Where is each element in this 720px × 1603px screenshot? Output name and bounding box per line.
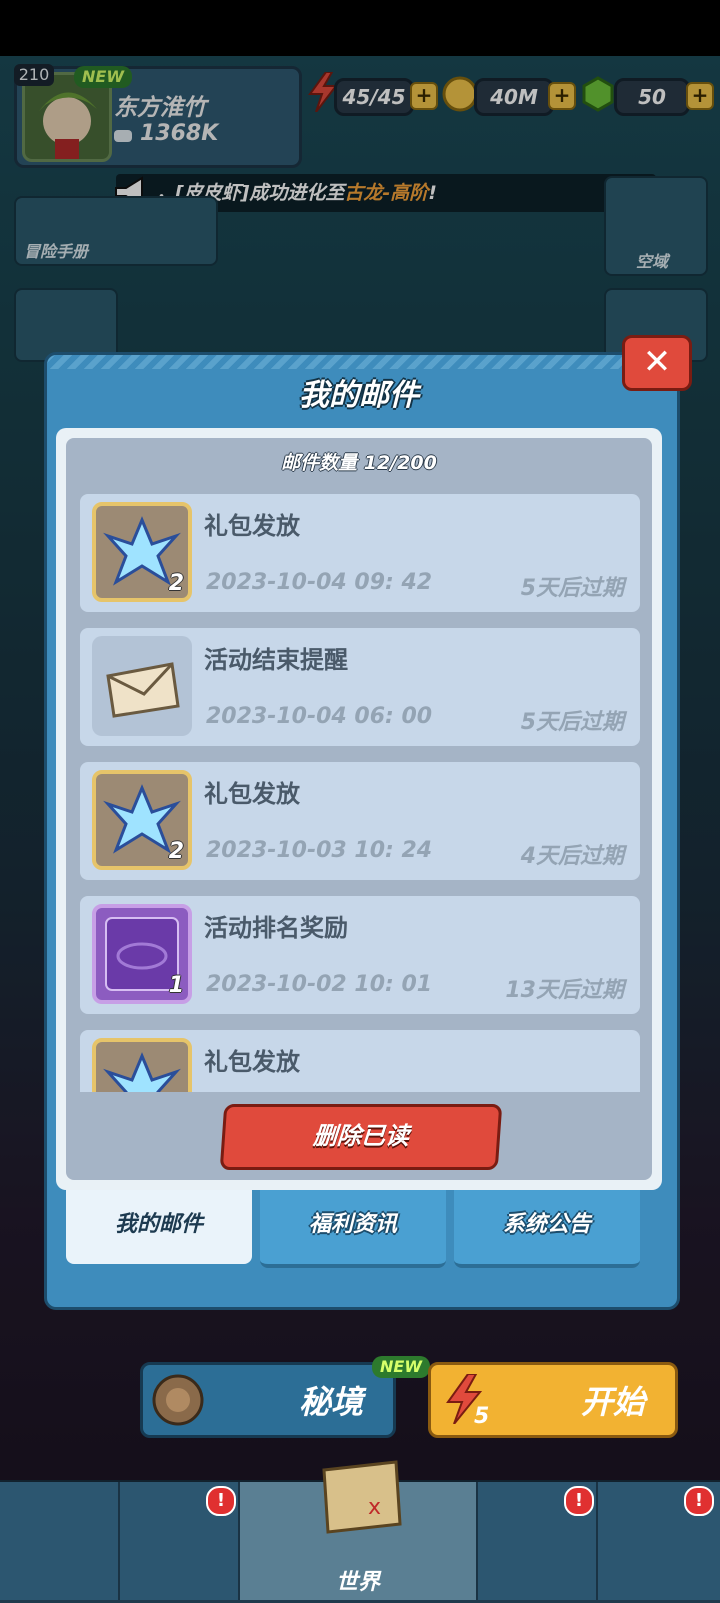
envelope-icon: [92, 636, 192, 736]
nav-realm-alert-badge: !: [206, 1486, 236, 1516]
mail-title: 活动结束提醒: [204, 646, 348, 674]
mail-item-qty: 2: [168, 839, 184, 864]
start-cost: 5: [474, 1404, 490, 1429]
mail-item-qty: 2: [168, 571, 184, 596]
start-label: 开始: [580, 1383, 645, 1421]
map-icon: x: [316, 1458, 404, 1538]
mail-title: 活动排名奖励: [204, 914, 348, 942]
modal-header-pattern: [47, 355, 674, 369]
mail-count: 邮件数量 12/200: [281, 452, 437, 474]
mail-title: 礼包发放: [204, 512, 300, 540]
gift-crystal-icon: [92, 1038, 192, 1092]
mail-item[interactable]: 2 礼包发放 2023-10-04 09: 42 5天后过期: [80, 494, 640, 612]
mail-date: 2023-10-04 09: 42: [206, 570, 433, 595]
modal-title: 我的邮件: [299, 378, 419, 413]
tab-my-mail[interactable]: 我的邮件: [66, 1190, 252, 1264]
mail-item[interactable]: 活动结束提醒 2023-10-04 06: 00 5天后过期: [80, 628, 640, 746]
mail-date: 2023-10-03 10: 24: [206, 838, 433, 863]
nav-world-label: 世界: [336, 1570, 381, 1595]
target-icon: [150, 1372, 206, 1428]
gift-crystal-icon: 2: [92, 770, 192, 870]
mail-expiry: 13天后过期: [505, 978, 624, 1003]
svg-text:x: x: [368, 1495, 381, 1520]
nav-hero[interactable]: [0, 1482, 120, 1600]
secret-realm-label: 秘境: [298, 1383, 363, 1421]
close-icon: ✕: [642, 342, 672, 382]
nav-pet-alert-badge: !: [564, 1486, 594, 1516]
mail-expiry: 5天后过期: [520, 710, 624, 735]
mail-item[interactable]: 礼包发放: [80, 1030, 640, 1092]
mail-title: 礼包发放: [204, 1048, 300, 1076]
nav-base-alert-badge: !: [684, 1486, 714, 1516]
tab-welfare-news[interactable]: 福利资讯: [260, 1190, 446, 1268]
mail-list[interactable]: 2 礼包发放 2023-10-04 09: 42 5天后过期 活动结束提醒 20…: [80, 494, 640, 1092]
secret-realm-new-badge: NEW: [372, 1356, 430, 1378]
gift-crystal-icon: 2: [92, 502, 192, 602]
mail-date: 2023-10-04 06: 00: [206, 704, 433, 729]
mail-date: 2023-10-02 10: 01: [206, 972, 433, 997]
mail-item-qty: 1: [168, 973, 184, 998]
mail-item[interactable]: 1 活动排名奖励 2023-10-02 10: 01 13天后过期: [80, 896, 640, 1014]
purple-card-icon: 1: [92, 904, 192, 1004]
tab-system-notice[interactable]: 系统公告: [454, 1190, 640, 1268]
mail-item[interactable]: 2 礼包发放 2023-10-03 10: 24 4天后过期: [80, 762, 640, 880]
delete-read-button[interactable]: 删除已读: [219, 1104, 503, 1170]
mail-title: 礼包发放: [204, 780, 300, 808]
mail-expiry: 4天后过期: [520, 844, 624, 869]
mail-expiry: 5天后过期: [520, 576, 624, 601]
close-button[interactable]: ✕: [622, 335, 692, 391]
